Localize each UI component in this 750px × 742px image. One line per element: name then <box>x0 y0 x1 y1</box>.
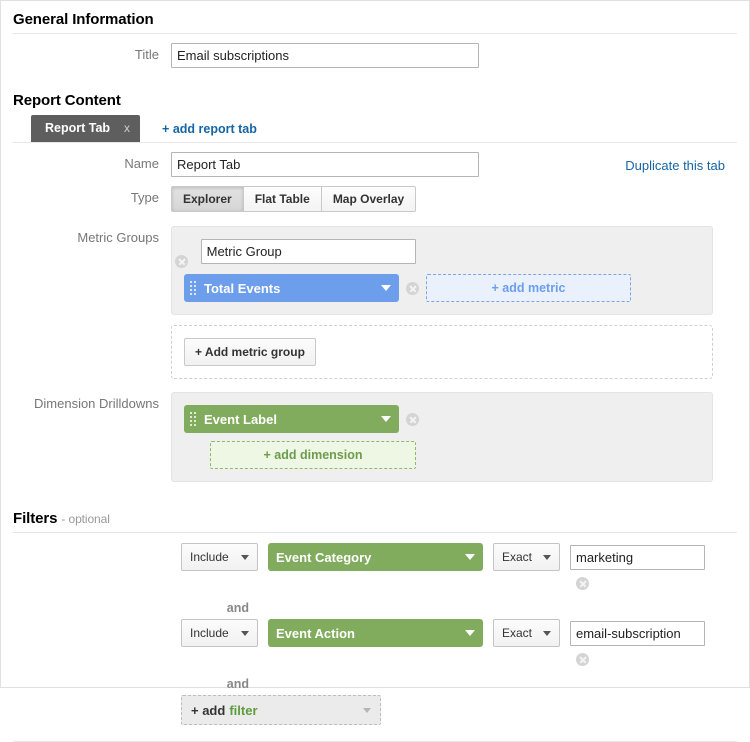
metric-pill-total-events[interactable]: Total Events <box>184 274 399 302</box>
dimension-drilldowns-row: Dimension Drilldowns Event Label + add d… <box>13 379 737 482</box>
filter-include-label-1: Include <box>190 550 229 564</box>
filters-title: Filters <box>13 510 58 527</box>
filters-optional-note: - optional <box>61 512 110 526</box>
add-metric-group-panel: + Add metric group <box>171 325 713 379</box>
custom-report-form: General Information Title Report Content… <box>1 1 749 742</box>
close-icon[interactable]: x <box>124 121 130 135</box>
filter-field-label-1: Event Category <box>276 549 372 565</box>
dimension-drilldowns-label: Dimension Drilldowns <box>34 396 159 411</box>
filter-remove-spacer-2 <box>13 653 576 666</box>
add-metric-group-button[interactable]: + Add metric group <box>184 338 316 366</box>
add-filter-word: filter <box>229 702 258 718</box>
add-filter-prefix: + add <box>191 702 226 718</box>
name-label: Name <box>124 156 159 171</box>
type-option-flat-table[interactable]: Flat Table <box>242 186 321 212</box>
metric-groups-label: Metric Groups <box>77 230 159 245</box>
filter-field-select-2[interactable]: Event Action <box>268 619 483 647</box>
remove-metric-group-icon[interactable] <box>175 255 188 269</box>
report-tab-label: Report Tab <box>45 121 111 135</box>
filter-field-label-2: Event Action <box>276 625 355 641</box>
filter-include-select-2[interactable]: Include <box>181 619 258 647</box>
report-tab[interactable]: Report Tab x <box>31 115 141 142</box>
dimension-pill-event-label[interactable]: Event Label <box>184 405 399 433</box>
filter-remove-spacer-1 <box>13 577 576 590</box>
filters-heading: Filters - optional <box>13 500 737 533</box>
filter-include-label-2: Include <box>190 626 229 640</box>
name-input[interactable] <box>171 152 479 177</box>
dimension-pill-label: Event Label <box>204 411 277 427</box>
remove-filter-icon-1[interactable] <box>576 577 589 590</box>
type-option-explorer[interactable]: Explorer <box>171 186 243 212</box>
filter-row: Include Event Category Exact <box>13 533 737 571</box>
report-content-heading: Report Content <box>13 82 737 109</box>
chevron-down-icon[interactable] <box>381 416 391 422</box>
add-filter-dropdown[interactable]: + add filter <box>181 695 381 725</box>
add-metric-button[interactable]: + add metric <box>426 274 631 302</box>
metric-group-panel: Total Events + add metric <box>171 226 713 315</box>
metric-pill-label: Total Events <box>204 280 281 296</box>
metric-group-name-input[interactable] <box>200 239 416 264</box>
filter-row: Include Event Action Exact <box>13 615 737 647</box>
filter-match-label-2: Exact <box>502 626 533 640</box>
chevron-down-icon <box>241 554 249 560</box>
chevron-down-icon <box>543 554 551 560</box>
filter-remove-row-2 <box>13 647 737 666</box>
chevron-down-icon <box>543 630 551 636</box>
add-dimension-button[interactable]: + add dimension <box>210 441 416 469</box>
general-information-title: General Information <box>13 11 154 28</box>
remove-dimension-icon[interactable] <box>406 412 419 426</box>
chevron-down-icon <box>241 630 249 636</box>
type-option-map-overlay[interactable]: Map Overlay <box>320 186 417 212</box>
add-report-tab-link[interactable]: + add report tab <box>162 122 257 136</box>
filter-and-label-2: and <box>226 677 249 691</box>
filter-and-row-2: and <box>13 666 737 691</box>
add-dimension-wrapper: + add dimension <box>210 441 700 469</box>
type-label: Type <box>130 190 159 205</box>
remove-filter-icon-2[interactable] <box>576 653 589 666</box>
chevron-down-icon <box>465 630 475 636</box>
drag-handle-icon[interactable] <box>190 281 196 295</box>
metric-groups-row: Metric Groups Total Events + add metric <box>13 212 737 315</box>
filter-match-label-1: Exact <box>502 550 533 564</box>
report-type-selector: Explorer Flat Table Map Overlay <box>171 186 417 212</box>
type-row: Type Explorer Flat Table Map Overlay <box>13 177 737 212</box>
report-tabstrip: Report Tab x + add report tab <box>13 109 737 143</box>
duplicate-tab-link[interactable]: Duplicate this tab <box>625 158 725 173</box>
remove-metric-icon[interactable] <box>406 281 419 295</box>
chevron-down-icon <box>363 707 371 713</box>
filter-field-select-1[interactable]: Event Category <box>268 543 483 571</box>
chevron-down-icon[interactable] <box>381 285 391 291</box>
metric-line: Total Events + add metric <box>184 274 700 302</box>
add-metric-group-row: + Add metric group <box>13 315 737 379</box>
filter-and-label-1: and <box>226 601 249 615</box>
filter-and-row-1: and <box>13 590 737 615</box>
report-content-title: Report Content <box>13 92 121 109</box>
filter-match-select-1[interactable]: Exact <box>493 543 560 571</box>
title-row: Title <box>13 34 737 68</box>
filter-value-input-2[interactable] <box>570 620 705 646</box>
name-row-wrapper: Name Duplicate this tab <box>13 143 737 177</box>
dimension-line: Event Label <box>184 405 700 433</box>
general-information-heading: General Information <box>13 1 737 34</box>
filter-match-select-2[interactable]: Exact <box>493 619 560 647</box>
title-label: Title <box>134 47 159 62</box>
add-filter-row: + add filter <box>13 691 737 725</box>
chevron-down-icon <box>465 554 475 560</box>
filter-value-input-1[interactable] <box>570 544 705 570</box>
dimension-panel: Event Label + add dimension <box>171 392 713 482</box>
title-input[interactable] <box>171 43 479 68</box>
filter-include-select-1[interactable]: Include <box>181 543 258 571</box>
filter-remove-row-1 <box>13 571 737 590</box>
drag-handle-icon[interactable] <box>190 412 196 426</box>
